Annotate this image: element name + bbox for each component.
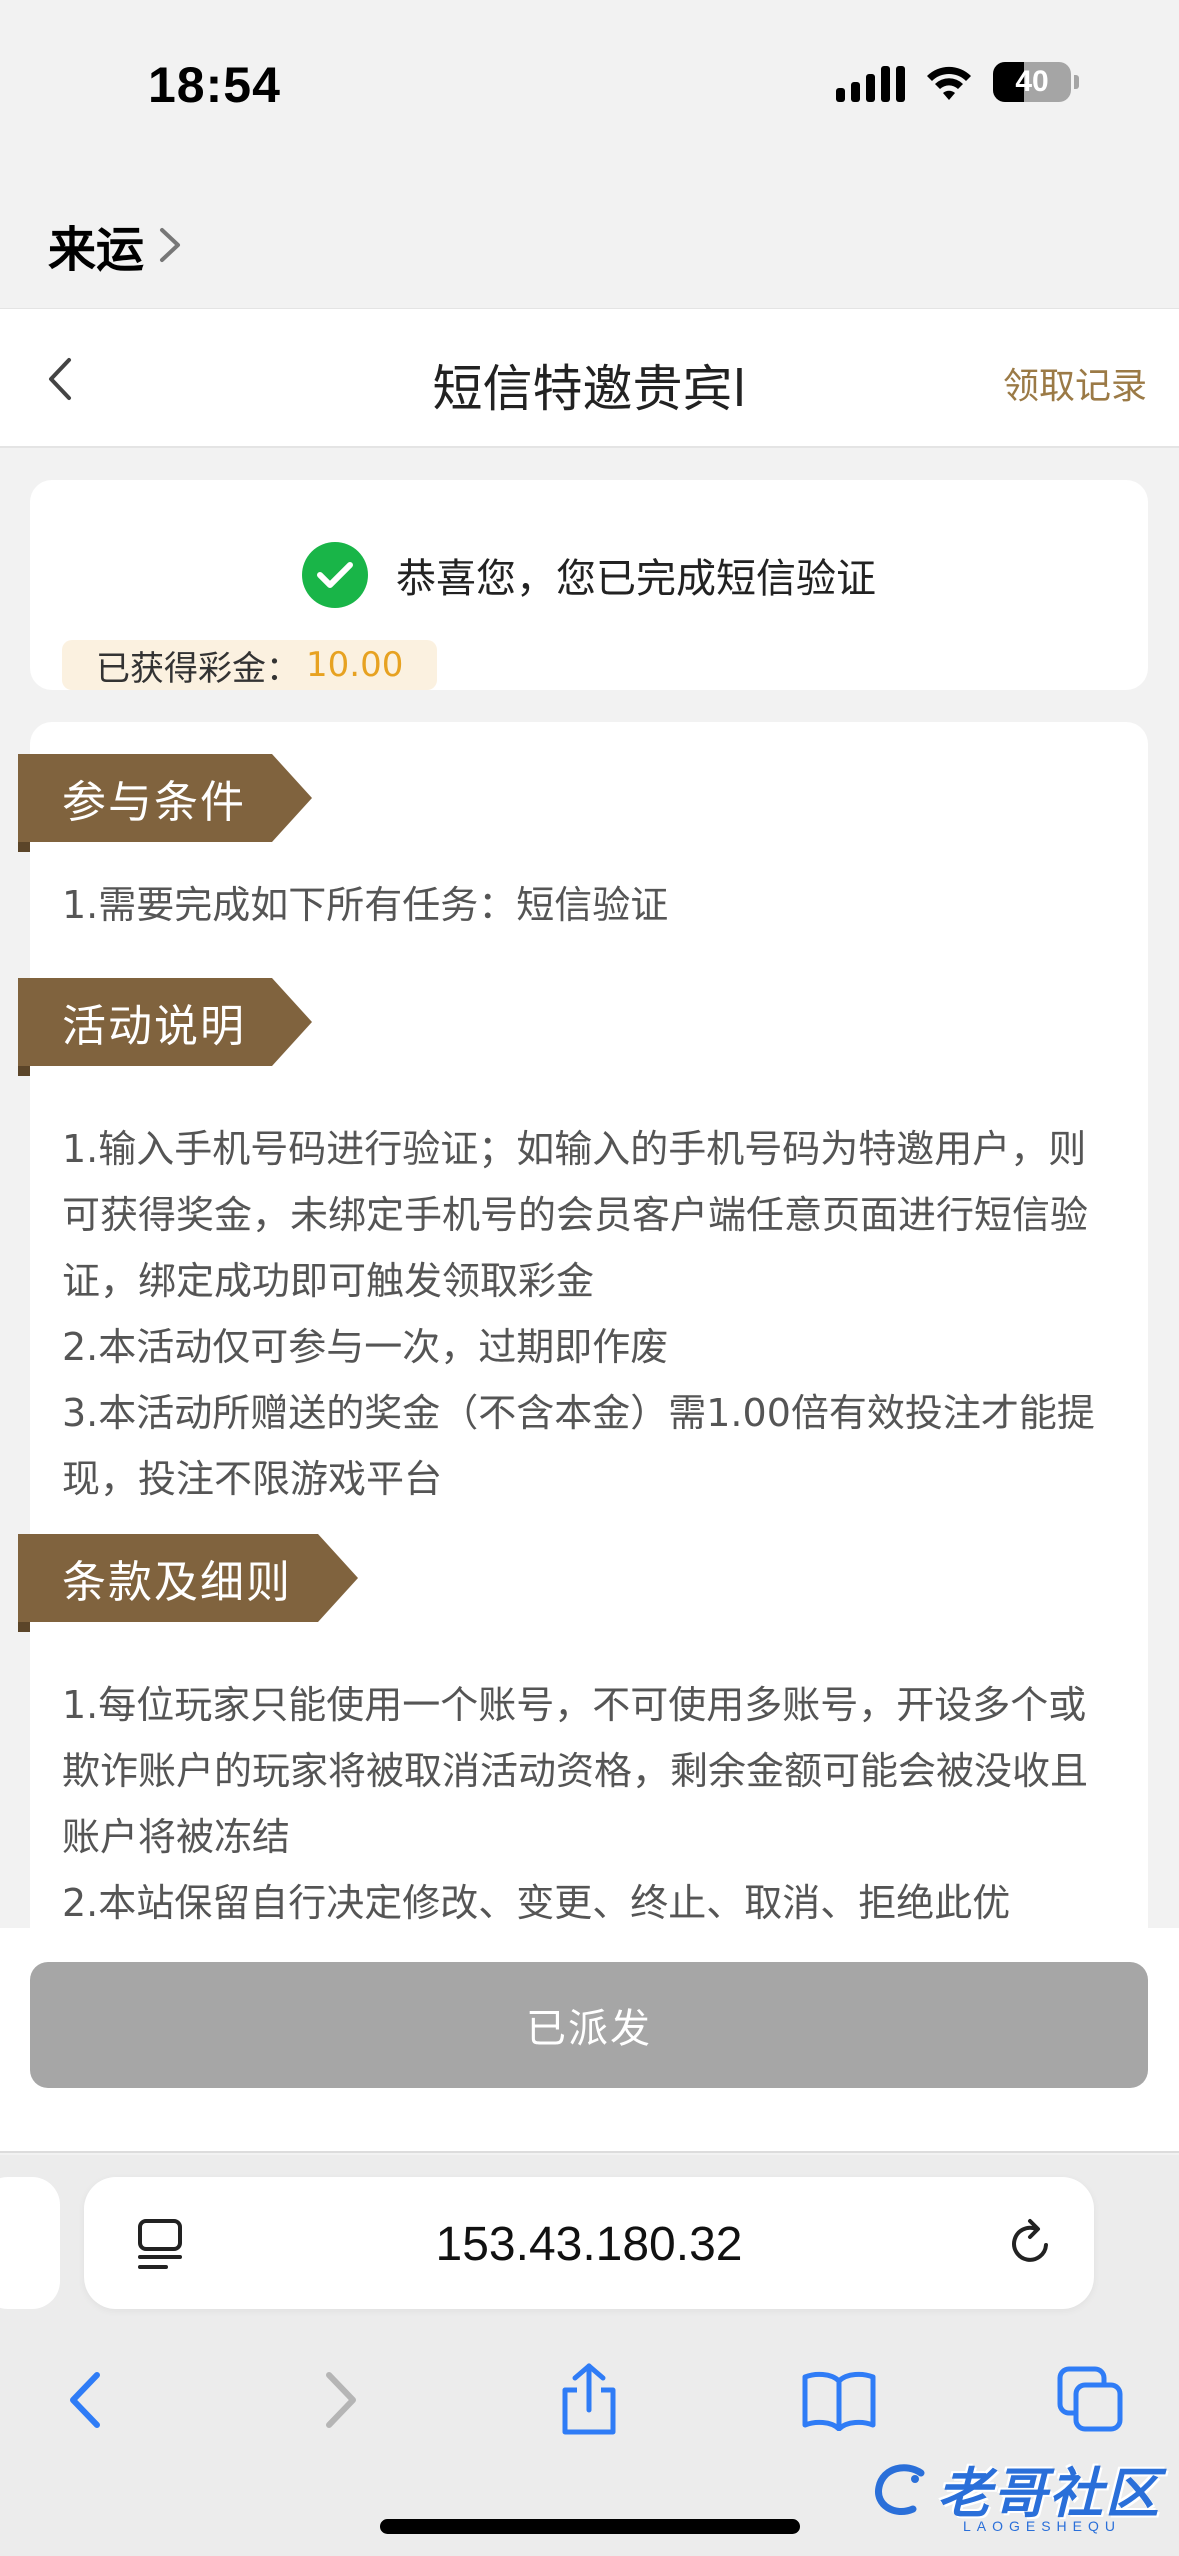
- battery-icon: 40: [993, 62, 1071, 102]
- rule-line: 1.每位玩家只能使用一个账号，不可使用多账号，开设多个或欺诈账户的玩家将被取消活…: [62, 1683, 1089, 1859]
- rules-card: 参与条件 1.需要完成如下所有任务：短信验证 活动说明 1.输入手机号码进行验证…: [18, 722, 1148, 1928]
- browser-back-button[interactable]: [40, 2355, 130, 2445]
- rule-line: 3.本活动所赠送的奖金（不含本金）需1.00倍有效投注才能提现，投注不限游戏平台: [62, 1391, 1095, 1501]
- back-to-app-label: 来运: [48, 222, 145, 278]
- watermark-logo: 老哥社区 LAOGESHEQU: [871, 2449, 1161, 2534]
- status-time: 18:54: [148, 57, 281, 113]
- back-to-app-link[interactable]: 来运: [48, 210, 182, 280]
- action-area: 已派发: [0, 1928, 1179, 2153]
- success-row: 恭喜您，您已完成短信验证: [30, 542, 1148, 608]
- page-navbar: 短信特邀贵宾l 领取记录: [0, 308, 1179, 448]
- rule-line: 1.需要完成如下所有任务：短信验证: [62, 883, 669, 927]
- share-button[interactable]: [544, 2355, 634, 2445]
- claim-records-link[interactable]: 领取记录: [1003, 357, 1147, 409]
- watermark-text: 老哥社区: [937, 2462, 1161, 2525]
- section-label-conditions: 参与条件: [18, 754, 312, 852]
- tabs-button[interactable]: [1046, 2355, 1136, 2445]
- section-label-terms: 条款及细则: [18, 1534, 358, 1632]
- success-message: 恭喜您，您已完成短信验证: [396, 556, 876, 602]
- bonus-value: 10.00: [306, 645, 404, 685]
- chevron-left-icon: [70, 2372, 100, 2428]
- battery-level: 40: [1015, 65, 1049, 98]
- previous-tab-peek[interactable]: [0, 2177, 60, 2309]
- browser-bottom-bar: 153.43.180.32 老哥社区 LAOGESHEQU: [0, 2155, 1179, 2556]
- status-bar: 18:54 40: [0, 0, 1179, 175]
- section-text-conditions: 1.需要完成如下所有任务：短信验证: [62, 872, 1118, 938]
- url-text: 153.43.180.32: [435, 2218, 743, 2271]
- bookmarks-button[interactable]: [794, 2355, 884, 2445]
- watermark-subtext: LAOGESHEQU: [962, 2518, 1121, 2534]
- rule-line: 2.本站保留自行决定修改、变更、终止、取消、拒绝此优: [62, 1881, 1011, 1925]
- section-text-description: 1.输入手机号码进行验证；如输入的手机号码为特邀用户，则可获得奖金，未绑定手机号…: [62, 1116, 1118, 1512]
- page-content[interactable]: 恭喜您，您已完成短信验证 已获得彩金： 10.00 参与条件 1.需要完成如下所…: [0, 450, 1179, 1928]
- dispatched-button[interactable]: 已派发: [30, 1962, 1148, 2088]
- check-circle-icon: [302, 542, 368, 608]
- rule-line: 2.本活动仅可参与一次，过期即作废: [62, 1325, 669, 1369]
- bonus-label: 已获得彩金：: [96, 648, 300, 689]
- section-text-terms: 1.每位玩家只能使用一个账号，不可使用多账号，开设多个或欺诈账户的玩家将被取消活…: [62, 1672, 1118, 1928]
- tabs-icon: [1057, 2366, 1123, 2432]
- home-indicator[interactable]: [380, 2519, 800, 2534]
- status-icons: 40: [836, 62, 1079, 102]
- section-label-description: 活动说明: [18, 978, 312, 1076]
- wifi-icon: [927, 66, 971, 100]
- chevron-right-icon: [326, 2372, 356, 2428]
- rule-line: 1.输入手机号码进行验证；如输入的手机号码为特邀用户，则可获得奖金，未绑定手机号…: [62, 1127, 1089, 1303]
- book-icon: [802, 2371, 876, 2431]
- address-bar[interactable]: 153.43.180.32: [84, 2177, 1094, 2309]
- signal-icon: [836, 62, 905, 102]
- browser-forward-button[interactable]: [296, 2355, 386, 2445]
- reload-icon[interactable]: [1006, 2215, 1056, 2271]
- share-icon: [562, 2363, 616, 2435]
- chevron-right-icon: [160, 228, 181, 262]
- success-card: 恭喜您，您已完成短信验证 已获得彩金： 10.00: [30, 480, 1148, 690]
- browser-toolbar: [0, 2345, 1179, 2455]
- bonus-badge: 已获得彩金： 10.00: [62, 640, 438, 690]
- dragon-logo-icon: [875, 2463, 925, 2515]
